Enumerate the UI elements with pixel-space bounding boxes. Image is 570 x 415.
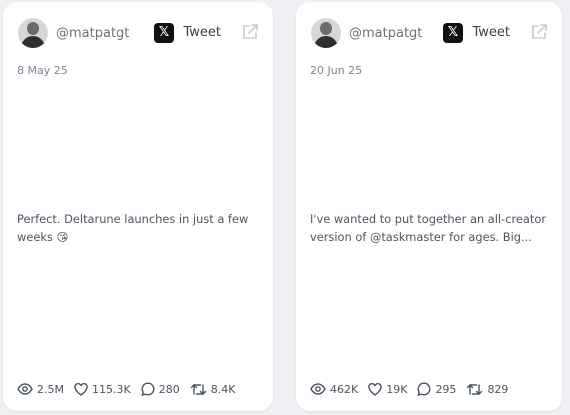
user-handle[interactable]: @matpatgt <box>349 26 422 41</box>
replies-count: 280 <box>158 382 180 396</box>
heart-icon <box>74 382 88 396</box>
external-link-icon[interactable] <box>241 23 259 41</box>
user-handle[interactable]: @matpatgt <box>56 26 129 41</box>
likes-count: 19K <box>386 382 408 396</box>
retweet-icon <box>467 383 483 395</box>
comment-icon <box>140 382 155 396</box>
tweet-text: I've wanted to put together an all-creat… <box>310 212 547 244</box>
tweet-stats: 462K 19K 295 829 <box>310 380 518 398</box>
replies-count: 295 <box>435 382 457 396</box>
retweets-count: 8.4K <box>210 382 236 396</box>
eye-icon <box>310 383 326 395</box>
tweet-link[interactable]: Tweet <box>183 25 221 40</box>
tweet-date: 8 May 25 <box>17 64 68 77</box>
external-link-icon[interactable] <box>530 23 548 41</box>
views-count: 462K <box>330 382 359 396</box>
likes-stat[interactable]: 19K <box>368 382 408 396</box>
avatar[interactable] <box>18 18 48 48</box>
likes-stat[interactable]: 115.3K <box>74 382 131 396</box>
tweet-header: @matpatgt 𝕏 Tweet <box>18 17 259 51</box>
heart-icon <box>368 382 382 396</box>
comment-icon <box>417 382 431 396</box>
avatar[interactable] <box>311 18 341 48</box>
views-stat: 2.5M <box>17 383 64 396</box>
retweets-stat[interactable]: 8.4K <box>190 382 236 396</box>
likes-count: 115.3K <box>91 382 131 396</box>
views-count: 2.5M <box>37 382 64 396</box>
x-logo-icon: 𝕏 <box>154 23 174 43</box>
tweet-header: @matpatgt 𝕏 Tweet <box>311 17 548 51</box>
tweet-text: Perfect. Deltarune launches in just a fe… <box>17 212 249 244</box>
replies-stat[interactable]: 280 <box>140 382 180 396</box>
retweets-stat[interactable]: 829 <box>466 383 508 396</box>
tweet-link[interactable]: Tweet <box>472 25 510 40</box>
x-logo-icon: 𝕏 <box>443 23 463 43</box>
replies-stat[interactable]: 295 <box>417 382 456 396</box>
tweet-stats: 2.5M 115.3K 280 8.4K <box>17 380 245 398</box>
retweets-count: 829 <box>487 382 509 396</box>
tweet-card[interactable]: @matpatgt 𝕏 Tweet 20 Jun 25 I've wanted … <box>296 2 562 411</box>
eye-icon <box>17 383 33 395</box>
retweet-icon <box>190 383 206 395</box>
tweet-date: 20 Jun 25 <box>310 64 363 77</box>
views-stat: 462K <box>310 383 358 396</box>
tweet-card[interactable]: @matpatgt 𝕏 Tweet 8 May 25 Perfect. Delt… <box>3 2 273 411</box>
